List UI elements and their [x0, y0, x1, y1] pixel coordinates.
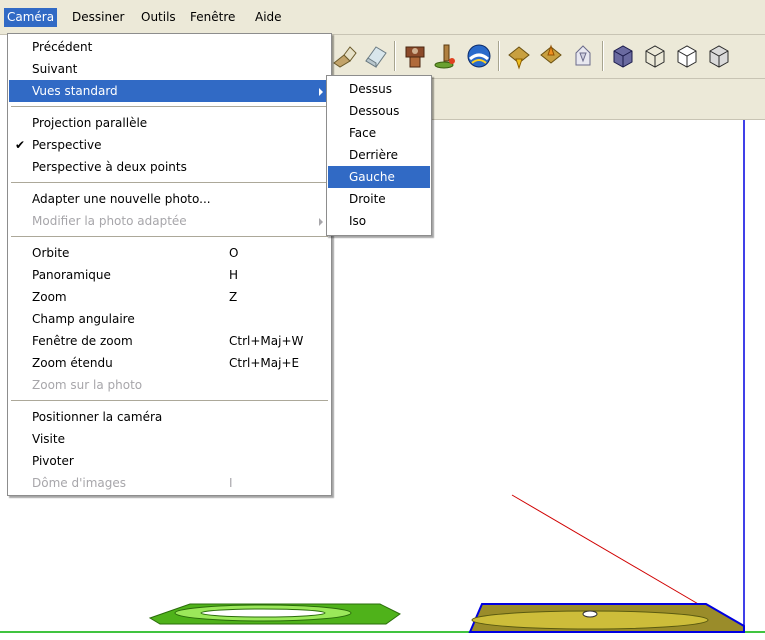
menu-help[interactable]: Aide [252, 8, 285, 27]
menu-item-front[interactable]: Face [328, 122, 430, 144]
menu-item-walk[interactable]: Visite [9, 428, 330, 450]
menu-item-field-of-view[interactable]: Champ angulaire [9, 308, 330, 330]
menu-item-iso[interactable]: Iso [328, 210, 430, 232]
shaded-cube-icon[interactable] [704, 41, 734, 71]
position-camera-icon[interactable] [432, 41, 462, 71]
menu-item-match-new-photo[interactable]: Adapter une nouvelle photo... [9, 188, 330, 210]
standard-views-submenu: Dessus Dessous Face Derrière Gauche Droi… [326, 75, 432, 236]
menu-item-two-point-perspective[interactable]: Perspective à deux points [9, 156, 330, 178]
wireframe-cube-icon[interactable] [640, 41, 670, 71]
menu-item-zoom-to-photo: Zoom sur la photo [32, 378, 143, 392]
earth-icon[interactable] [504, 41, 534, 71]
get-models-icon[interactable] [536, 41, 566, 71]
menu-item-zoom-extents[interactable]: Zoom étendu Ctrl+Maj+E [9, 352, 330, 374]
main-toolbar [330, 35, 765, 79]
share-model-icon[interactable] [568, 41, 598, 71]
menu-item-left[interactable]: Gauche [328, 166, 430, 188]
menu-item-zoom-window[interactable]: Fenêtre de zoom Ctrl+Maj+W [9, 330, 330, 352]
look-around-icon[interactable] [464, 41, 494, 71]
menu-item-top[interactable]: Dessus [328, 78, 430, 100]
disc-model [468, 603, 745, 633]
eraser-icon[interactable] [360, 41, 390, 71]
menu-item-bottom[interactable]: Dessous [328, 100, 430, 122]
menu-item-previous[interactable]: Précédent [9, 36, 330, 58]
paint-icon[interactable] [400, 41, 430, 71]
secondary-toolbar [432, 79, 765, 120]
menu-camera[interactable]: Caméra [4, 8, 58, 27]
submenu-arrow-icon [319, 88, 323, 96]
ring-model [148, 603, 401, 625]
menu-tools[interactable]: Outils [138, 8, 179, 27]
menu-item-look-around[interactable]: Pivoter [9, 450, 330, 472]
menu-item-orbit[interactable]: Orbite O [9, 242, 330, 264]
menu-item-parallel-projection[interactable]: Projection parallèle [9, 112, 330, 134]
menu-item-image-igloo: Dôme d'images I [32, 476, 233, 490]
menu-bar: Caméra Dessiner Outils Fenêtre Aide [0, 0, 765, 35]
menu-item-perspective[interactable]: ✔ Perspective [9, 134, 330, 156]
hidden-line-cube-icon[interactable] [672, 41, 702, 71]
menu-item-right[interactable]: Droite [328, 188, 430, 210]
submenu-arrow-icon [319, 218, 323, 226]
menu-item-zoom[interactable]: Zoom Z [9, 286, 330, 308]
menu-item-pan[interactable]: Panoramique H [9, 264, 330, 286]
menu-item-standard-views[interactable]: Vues standard [9, 80, 330, 102]
menu-item-position-camera[interactable]: Positionner la caméra [9, 406, 330, 428]
menu-item-next[interactable]: Suivant [9, 58, 330, 80]
camera-menu: Précédent Suivant Vues standard Projecti… [7, 33, 332, 496]
menu-item-edit-matched-photo: Modifier la photo adaptée [9, 210, 330, 232]
xray-cube-icon[interactable] [608, 41, 638, 71]
checkmark-icon: ✔ [15, 138, 26, 152]
menu-item-back[interactable]: Derrière [328, 144, 430, 166]
select-icon[interactable] [330, 41, 360, 71]
red-axis [511, 494, 701, 606]
menu-window[interactable]: Fenêtre [187, 8, 238, 27]
menu-draw[interactable]: Dessiner [69, 8, 127, 27]
